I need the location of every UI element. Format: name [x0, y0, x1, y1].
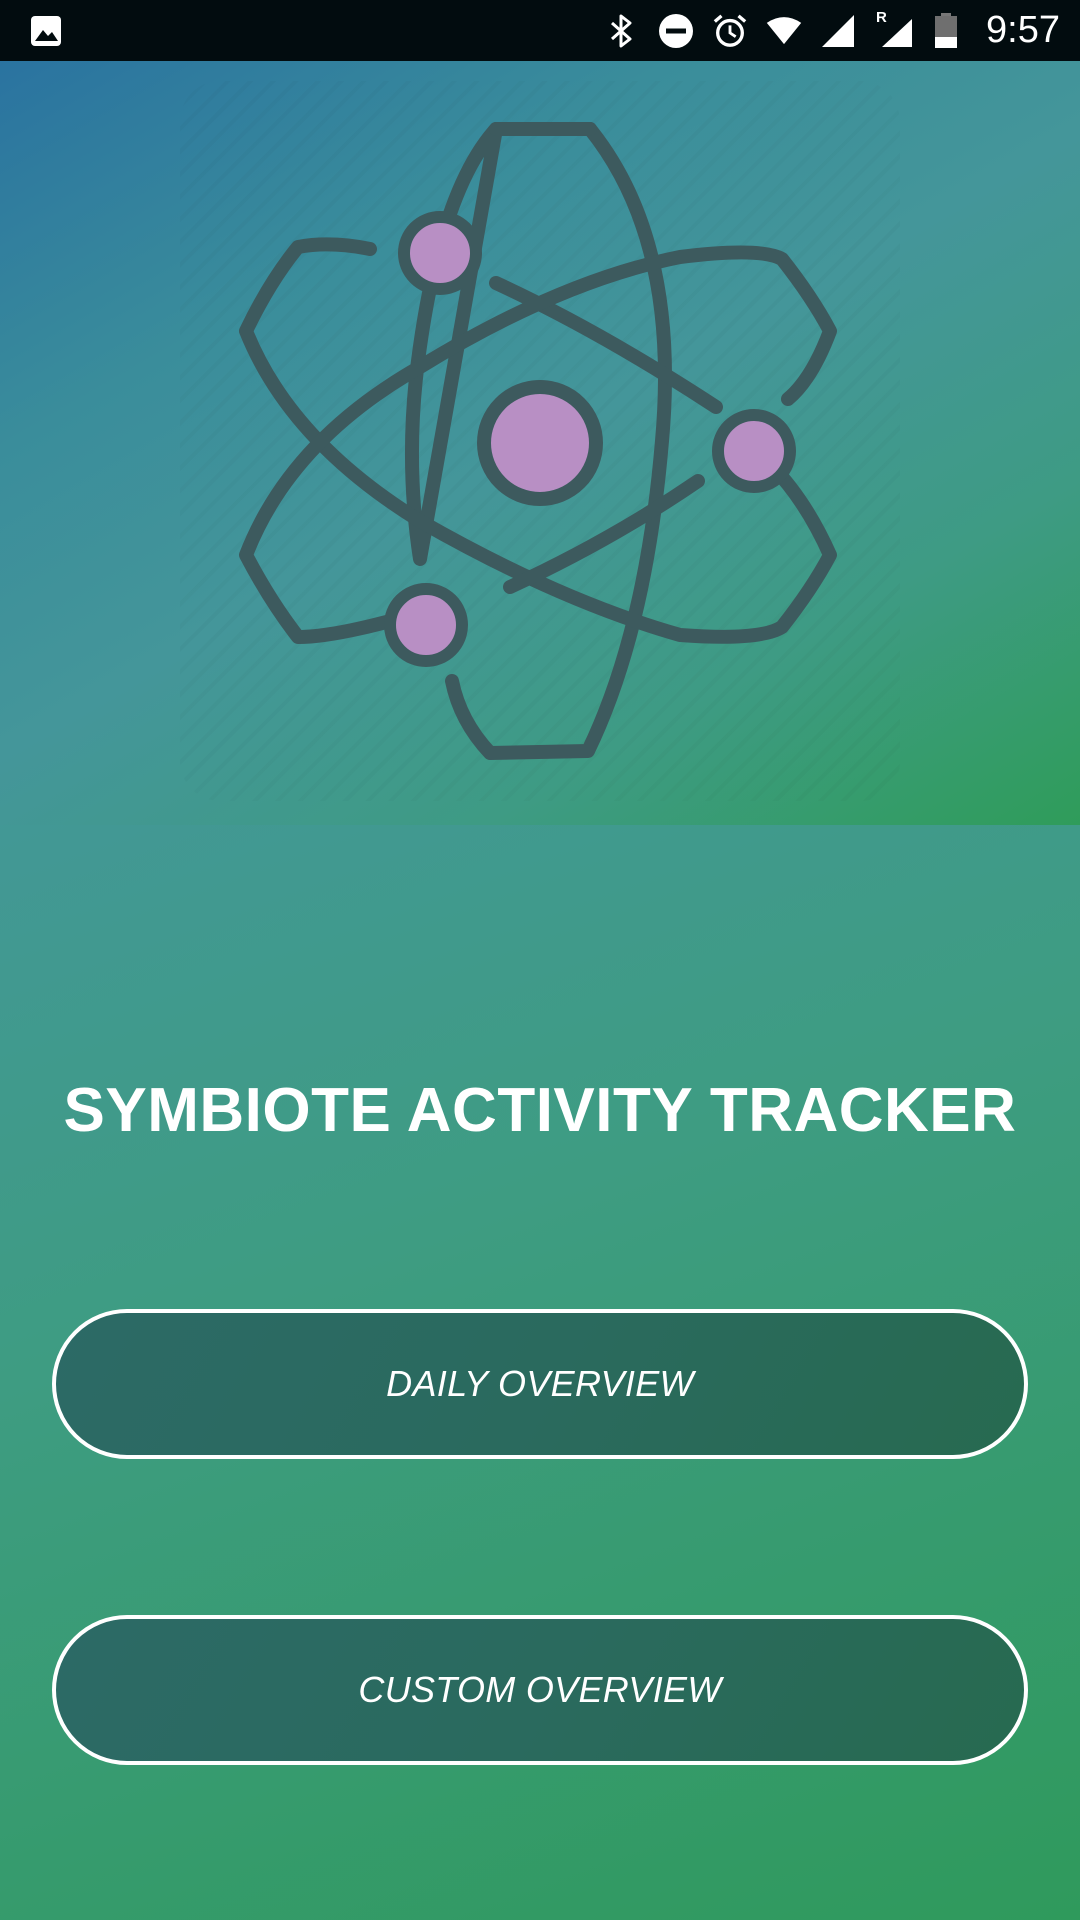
battery-icon [932, 12, 960, 49]
status-left [28, 13, 64, 49]
alarm-icon [712, 13, 748, 49]
daily-overview-label: DAILY OVERVIEW [386, 1363, 694, 1404]
status-bar: R 9:57 [0, 0, 1080, 61]
hero-banner [0, 61, 1080, 825]
custom-overview-button[interactable]: CUSTOM OVERVIEW [52, 1615, 1028, 1765]
signal-icon [820, 13, 856, 49]
bluetooth-icon [604, 13, 640, 49]
daily-overview-button[interactable]: DAILY OVERVIEW [52, 1309, 1028, 1459]
status-time: 9:57 [986, 9, 1060, 51]
custom-overview-label: CUSTOM OVERVIEW [358, 1669, 722, 1710]
wifi-icon [766, 13, 802, 49]
page-title: SYMBIOTE ACTIVITY TRACKER [63, 1076, 1017, 1145]
roaming-indicator: R [876, 8, 887, 26]
roaming-signal-icon: R [874, 9, 914, 49]
do-not-disturb-icon [658, 13, 694, 49]
gallery-icon [28, 13, 64, 49]
atom-icon [239, 122, 837, 760]
status-right: R 9:57 [604, 9, 1060, 52]
